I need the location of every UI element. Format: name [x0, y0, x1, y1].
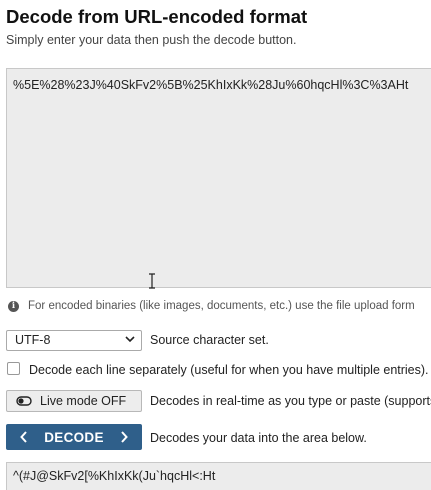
toggle-off-icon — [16, 396, 32, 406]
chevron-down-icon — [125, 336, 135, 343]
decoded-output-textarea[interactable]: ^(#J@SkFv2[%KhIxKk(Ju`hqcHl<:Ht — [6, 462, 431, 490]
decode-description: Decodes your data into the area below. — [150, 431, 367, 445]
decode-page: Decode from URL-encoded format Simply en… — [0, 0, 431, 490]
live-mode-button[interactable]: Live mode OFF — [6, 390, 142, 412]
file-upload-hint-text: For encoded binaries (like images, docum… — [28, 300, 415, 312]
info-icon: i — [8, 300, 19, 312]
chevron-right-icon — [121, 431, 128, 443]
separate-lines-label[interactable]: Decode each line separately (useful for … — [29, 363, 429, 377]
decode-button[interactable]: DECODE — [6, 424, 142, 450]
chevron-left-icon — [20, 431, 27, 443]
live-mode-label: Live mode OFF — [40, 394, 127, 408]
separate-lines-checkbox[interactable] — [7, 362, 20, 375]
encoded-input-textarea[interactable]: %5E%28%23J%40SkFv2%5B%25KhIxKk%28Ju%60hq… — [6, 68, 431, 288]
charset-selected-value: UTF-8 — [15, 333, 51, 347]
page-title: Decode from URL-encoded format — [6, 6, 308, 27]
text-cursor-icon — [149, 273, 155, 289]
charset-select[interactable]: UTF-8 — [6, 330, 142, 351]
charset-label: Source character set. — [150, 333, 269, 347]
file-upload-hint: i For encoded binaries (like images, doc… — [8, 300, 415, 312]
decode-button-label: DECODE — [44, 429, 104, 445]
page-subtitle: Simply enter your data then push the dec… — [6, 33, 297, 47]
live-mode-description: Decodes in real-time as you type or past… — [150, 394, 431, 408]
